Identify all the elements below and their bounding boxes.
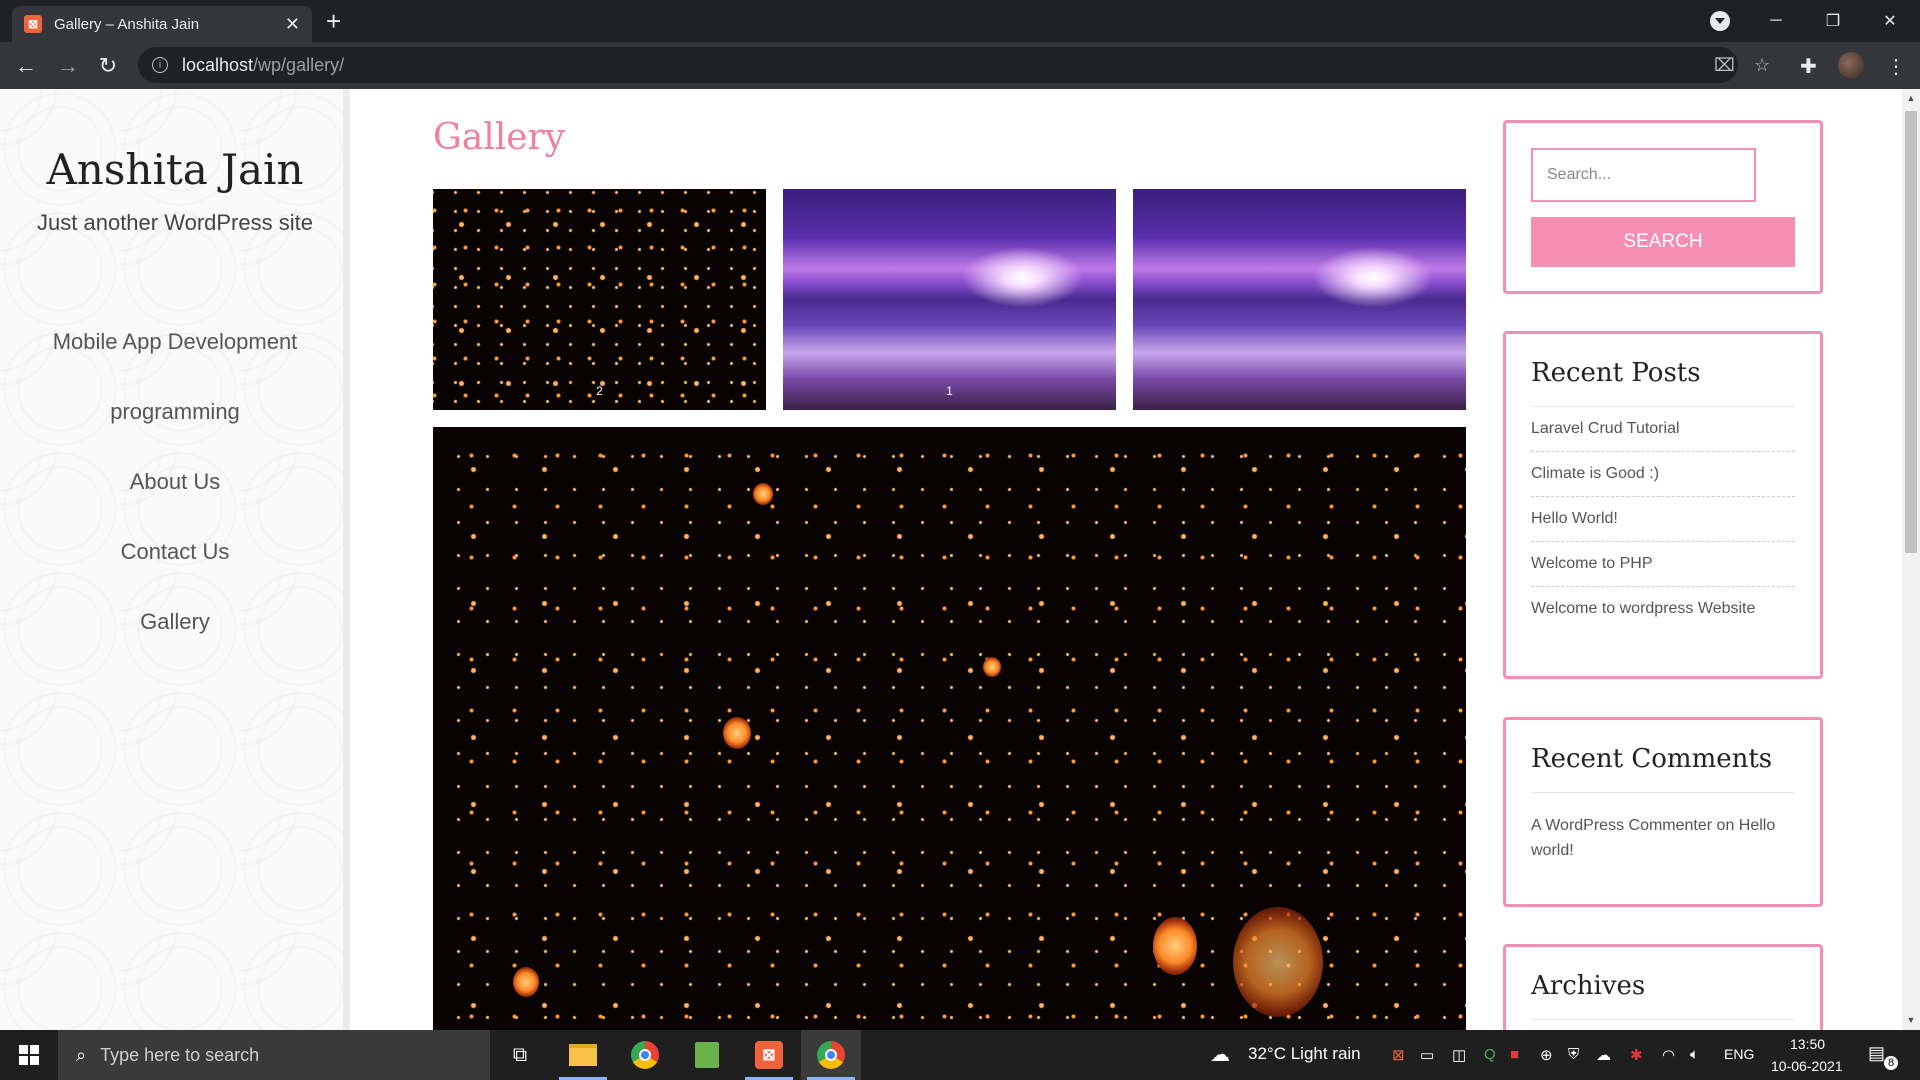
list-item[interactable]: Welcome to wordpress Website [1531, 587, 1795, 631]
file-explorer-icon[interactable] [553, 1030, 613, 1080]
wifi-icon[interactable]: ◠ [1662, 1046, 1675, 1064]
chrome-active-taskbar-icon[interactable] [801, 1030, 861, 1080]
security-shield-icon[interactable]: ⛨ [1568, 1046, 1579, 1063]
language-indicator[interactable]: ENG [1724, 1046, 1754, 1062]
onedrive-cloud-icon[interactable]: ☁ [1596, 1046, 1611, 1064]
page-scrollbar[interactable]: ▲ ▼ [1902, 89, 1920, 1030]
lantern-glow [753, 483, 773, 505]
tab-title: Gallery – Anshita Jain [54, 15, 200, 33]
list-item[interactable]: Hello World! [1531, 497, 1795, 542]
featured-gallery-image[interactable] [433, 427, 1466, 1030]
lantern-glow [983, 657, 1001, 677]
url-path: /wp/gallery/ [253, 54, 345, 75]
window-close-button[interactable]: ✕ [1862, 0, 1918, 42]
menu-item-about-us[interactable]: About Us [0, 469, 350, 495]
comment-author-link[interactable]: A WordPress Commenter [1531, 817, 1712, 834]
task-view-icon[interactable]: ⧉ [490, 1030, 550, 1080]
weather-cloud-icon[interactable]: ☁ [1210, 1042, 1230, 1067]
windows-logo-icon [19, 1045, 39, 1065]
comment-entry: A WordPress Commenter on Hello world! [1531, 793, 1795, 863]
page-title: Gallery [433, 117, 566, 158]
translate-icon[interactable]: ⌧ [1714, 55, 1735, 76]
list-item[interactable]: Laravel Crud Tutorial [1531, 407, 1795, 452]
xampp-tray-icon[interactable]: ⊠ [1392, 1046, 1405, 1064]
widget-title: Archives [1531, 947, 1795, 1020]
notification-center-icon[interactable]: ▤ [1868, 1043, 1885, 1064]
new-tab-button[interactable]: + [326, 6, 341, 36]
scroll-up-icon[interactable]: ▲ [1902, 93, 1920, 103]
xampp-taskbar-icon[interactable]: ⊠ [739, 1030, 799, 1080]
tab-search-icon[interactable] [1710, 11, 1730, 31]
archives-widget: Archives [1503, 944, 1823, 1030]
browser-toolbar: ← → ↻ i localhost/wp/gallery/ ⌧ ☆ ✚ ⋮ [0, 42, 1920, 89]
left-sidebar: Anshita Jain Just another WordPress site… [0, 89, 350, 1030]
widget-title: Recent Posts [1531, 334, 1795, 407]
site-description: Just another WordPress site [37, 210, 313, 235]
menu-item-contact-us[interactable]: Contact Us [0, 539, 350, 565]
lantern-glow [1233, 907, 1323, 1017]
xampp-favicon-icon: ⊠ [24, 15, 42, 33]
profile-avatar[interactable] [1838, 52, 1864, 78]
volume-icon[interactable]: 🔈︎ [1690, 1046, 1699, 1063]
maximize-button[interactable]: ❐ [1805, 0, 1861, 42]
tray-app-icon[interactable]: ✱ [1630, 1046, 1643, 1064]
tab-close-icon[interactable]: ✕ [285, 14, 300, 35]
gallery-thumbnail[interactable]: 1 [783, 189, 1116, 410]
tray-app-icon[interactable]: ⊕ [1540, 1046, 1553, 1064]
list-item[interactable]: Welcome to PHP [1531, 542, 1795, 587]
lantern-glow [1153, 917, 1197, 975]
clock-date[interactable]: 10-06-2021 [1771, 1058, 1843, 1074]
comment-connector: on [1712, 817, 1739, 834]
recent-comments-widget: Recent Comments A WordPress Commenter on… [1503, 717, 1823, 907]
lantern-glow [513, 967, 539, 997]
windows-taskbar: ⌕ Type here to search ⧉ ⊠ ☁ 32°C Light r… [0, 1030, 1920, 1080]
site-title[interactable]: Anshita Jain [0, 145, 350, 194]
browser-titlebar: ⊠ Gallery – Anshita Jain ✕ + ─ ❐ ✕ [0, 0, 1920, 42]
gallery-thumbnail[interactable] [1133, 189, 1466, 410]
search-widget: SEARCH [1503, 120, 1823, 294]
weather-text[interactable]: 32°C Light rain [1248, 1044, 1361, 1064]
menu-item-gallery[interactable]: Gallery [0, 609, 350, 635]
search-input[interactable] [1531, 148, 1756, 202]
battery-icon[interactable]: ▭ [1420, 1046, 1434, 1064]
forward-arrow-icon[interactable]: → [52, 50, 84, 82]
minimize-button[interactable]: ─ [1748, 0, 1804, 42]
notepad-plus-icon[interactable] [677, 1030, 737, 1080]
qbittorrent-tray-icon[interactable]: Q [1484, 1046, 1496, 1063]
scroll-thumb[interactable] [1905, 111, 1917, 553]
address-bar[interactable]: i localhost/wp/gallery/ ⌧ ☆ [138, 47, 1770, 83]
clock-time[interactable]: 13:50 [1790, 1036, 1825, 1052]
search-button[interactable]: SEARCH [1531, 217, 1795, 267]
menu-item-mobile-app-development[interactable]: Mobile App Development [0, 329, 350, 355]
recent-posts-list: Laravel Crud Tutorial Climate is Good :)… [1531, 407, 1795, 631]
tray-app-icon[interactable]: ■ [1510, 1046, 1519, 1063]
scroll-down-icon[interactable]: ▼ [1902, 1015, 1920, 1025]
list-item[interactable]: Climate is Good :) [1531, 452, 1795, 497]
taskbar-search-placeholder: Type here to search [100, 1044, 260, 1065]
bookmark-star-icon[interactable]: ☆ [1754, 55, 1770, 76]
url-host: localhost [182, 54, 254, 75]
extensions-puzzle-icon[interactable]: ✚ [1800, 54, 1817, 79]
thumbnail-caption: 2 [596, 384, 603, 398]
search-icon: ⌕ [76, 1044, 87, 1065]
gallery-thumbnail[interactable]: 2 [433, 189, 766, 410]
thumbnail-caption: 1 [946, 384, 953, 398]
lantern-glow [723, 717, 751, 749]
browser-tab[interactable]: ⊠ Gallery – Anshita Jain ✕ [12, 6, 312, 42]
start-button[interactable] [0, 1030, 58, 1080]
taskbar-search-box[interactable]: ⌕ Type here to search [58, 1030, 490, 1080]
recent-posts-widget: Recent Posts Laravel Crud Tutorial Clima… [1503, 331, 1823, 679]
site-info-icon[interactable]: i [152, 57, 168, 73]
chrome-taskbar-icon[interactable] [615, 1030, 675, 1080]
back-arrow-icon[interactable]: ← [10, 50, 42, 82]
reload-icon[interactable]: ↻ [92, 50, 124, 82]
web-page: Anshita Jain Just another WordPress site… [0, 89, 1902, 1030]
notification-count-badge: 8 [1884, 1056, 1898, 1070]
tray-app-icon[interactable]: ◫ [1452, 1046, 1466, 1064]
widget-title: Recent Comments [1531, 720, 1795, 793]
menu-item-programming[interactable]: programming [0, 399, 350, 425]
browser-menu-icon[interactable]: ⋮ [1886, 54, 1906, 79]
